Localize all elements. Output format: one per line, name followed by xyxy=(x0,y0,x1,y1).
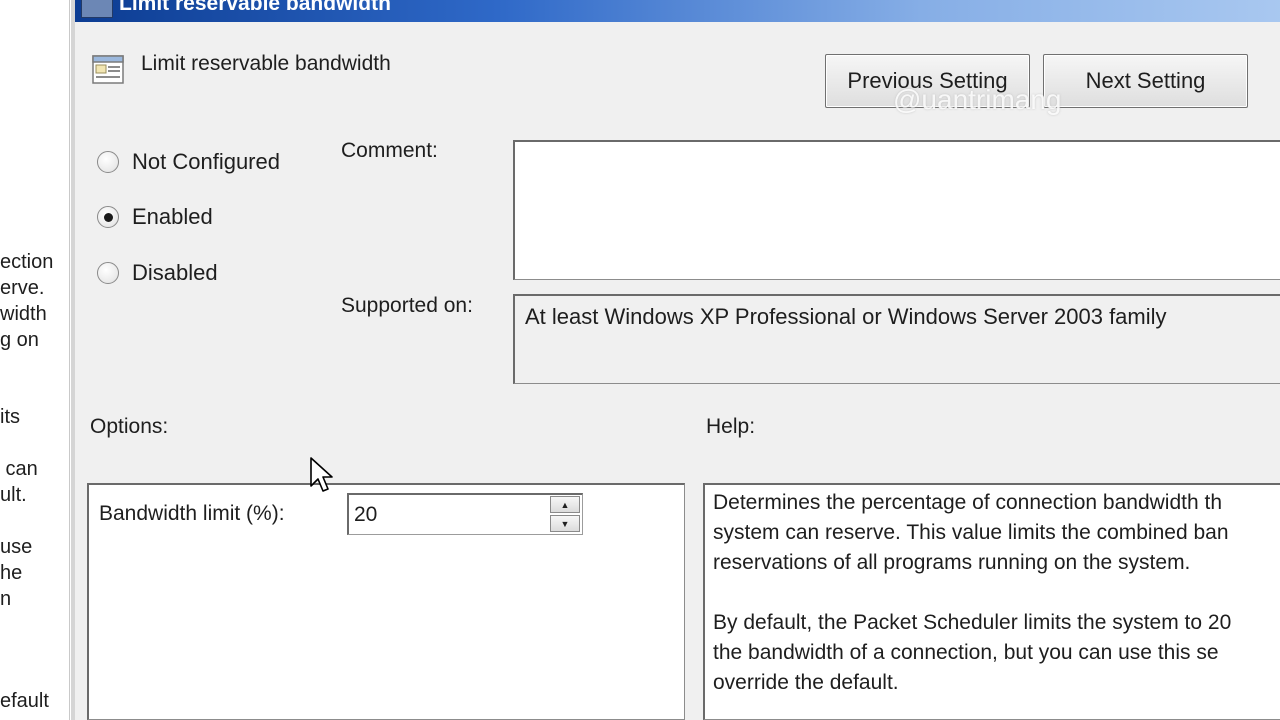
background-window: ection erve. width g on its can ult. use… xyxy=(0,0,70,720)
background-text: he xyxy=(0,562,23,584)
help-label: Help: xyxy=(706,415,756,438)
radio-label: Enabled xyxy=(132,204,213,229)
next-setting-button[interactable]: Next Setting xyxy=(1043,54,1248,108)
radio-label: Disabled xyxy=(132,260,218,285)
bandwidth-limit-label: Bandwidth limit (%): xyxy=(99,502,285,525)
options-label: Options: xyxy=(90,415,169,438)
window-title: Limit reservable bandwidth xyxy=(119,0,391,15)
background-text: n xyxy=(0,588,12,610)
mouse-cursor-icon xyxy=(310,457,333,492)
help-text-line: override the default. xyxy=(713,671,899,694)
radio-not-configured[interactable]: Not Configured xyxy=(97,149,280,175)
options-panel: Bandwidth limit (%): 20 ▲ ▼ xyxy=(87,483,685,720)
window-icon xyxy=(81,0,113,18)
radio-button[interactable] xyxy=(97,151,119,173)
background-text: its xyxy=(0,406,20,428)
background-text: erve. xyxy=(0,277,45,299)
background-text: ult. xyxy=(0,484,27,506)
background-text: width xyxy=(0,303,47,325)
background-text: efault xyxy=(0,690,49,712)
title-bar[interactable]: Limit reservable bandwidth xyxy=(75,0,1280,22)
supported-on-value: At least Windows XP Professional or Wind… xyxy=(525,304,1167,329)
watermark: @uantrimang xyxy=(893,84,1062,115)
policy-setting-icon xyxy=(92,55,124,84)
background-text: g on xyxy=(0,329,39,351)
help-text-line: system can reserve. This value limits th… xyxy=(713,521,1229,544)
comment-label: Comment: xyxy=(341,139,438,162)
help-text-line: By default, the Packet Scheduler limits … xyxy=(713,611,1232,634)
comment-textarea[interactable] xyxy=(513,140,1280,280)
help-panel: Determines the percentage of connection … xyxy=(703,483,1280,720)
help-text-line: Determines the percentage of connection … xyxy=(713,491,1222,514)
radio-button[interactable] xyxy=(97,206,119,228)
radio-button[interactable] xyxy=(97,262,119,284)
spin-up-button[interactable]: ▲ xyxy=(550,496,580,513)
spin-down-button[interactable]: ▼ xyxy=(550,515,580,532)
bandwidth-limit-spinbox[interactable]: 20 ▲ ▼ xyxy=(347,493,583,535)
background-text: ection xyxy=(0,251,54,273)
bandwidth-limit-value[interactable]: 20 xyxy=(354,503,377,527)
help-text-line: reservations of all programs running on … xyxy=(713,551,1191,574)
radio-disabled[interactable]: Disabled xyxy=(97,260,218,286)
policy-setting-dialog: Limit reservable bandwidth Limit reserva… xyxy=(71,0,1280,720)
help-text-line: the bandwidth of a connection, but you c… xyxy=(713,641,1219,664)
background-text: can xyxy=(0,458,38,480)
setting-title: Limit reservable bandwidth xyxy=(141,52,391,75)
background-text: use xyxy=(0,536,33,558)
radio-enabled[interactable]: Enabled xyxy=(97,204,213,230)
supported-on-label: Supported on: xyxy=(341,294,473,317)
supported-on-field: At least Windows XP Professional or Wind… xyxy=(513,294,1280,384)
radio-label: Not Configured xyxy=(132,149,280,174)
